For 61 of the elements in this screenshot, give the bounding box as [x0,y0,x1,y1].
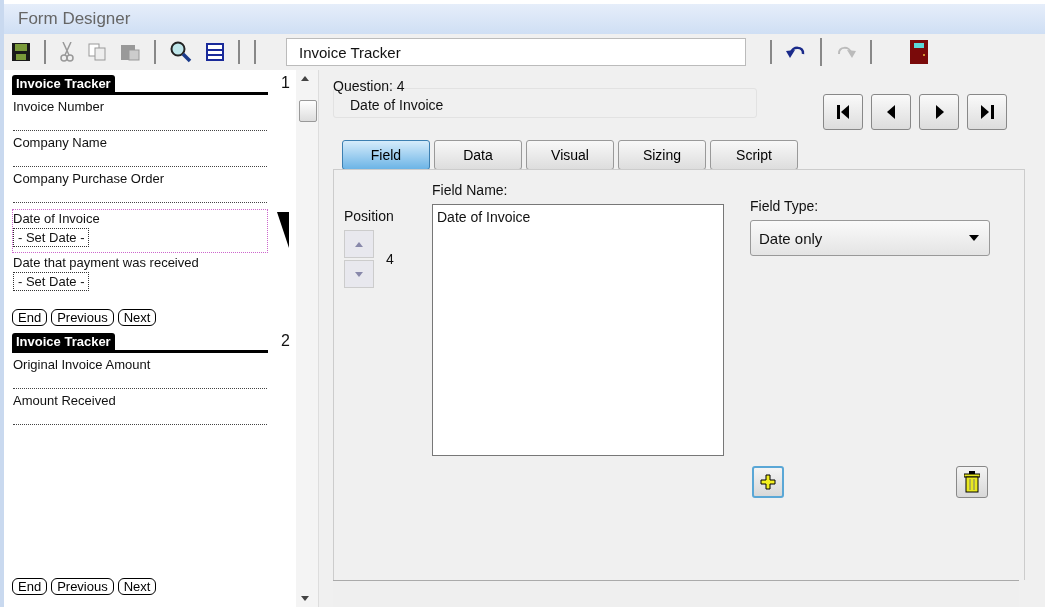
scroll-thumb[interactable] [299,100,317,122]
tab[interactable]: Sizing [618,140,706,170]
field-label: Company Name [13,135,108,150]
form-field[interactable]: Original Invoice Amount [12,355,268,391]
page-title: Invoice Tracker [12,333,115,350]
form-button[interactable]: Previous [51,309,114,326]
set-date-button[interactable]: - Set Date - [13,228,90,247]
field-name-label: Field Name: [432,182,509,198]
form-button[interactable]: Next [117,309,157,326]
selection-marker-icon [277,212,289,248]
scroll-up-icon[interactable] [301,76,309,81]
last-record-button[interactable] [967,94,1007,130]
form-button[interactable]: End [12,309,48,326]
search-icon[interactable] [170,41,192,63]
tab[interactable]: Data [434,140,522,170]
first-record-button[interactable] [823,94,863,130]
field-label: Company Purchase Order [13,171,165,186]
field-label: Amount Received [13,393,117,408]
next-button[interactable] [919,94,959,130]
page-number: 2 [281,332,290,350]
field-name-input[interactable]: Date of Invoice [432,204,724,456]
position-label: Position [344,208,395,224]
delete-button[interactable] [956,466,988,498]
save-icon[interactable] [12,43,30,61]
form-name-field[interactable]: Invoice Tracker [286,38,746,66]
down-arrow-icon [355,271,363,277]
field-label: Original Invoice Amount [13,357,152,372]
first-record-icon [836,105,850,119]
add-button[interactable] [752,466,784,498]
page-number: 1 [281,74,290,92]
last-record-icon [980,105,994,119]
form-field[interactable]: Company Name [12,133,268,169]
field-type-label: Field Type: [750,198,820,214]
field-type-dropdown[interactable]: Date only [750,220,990,256]
list-icon[interactable] [206,43,224,61]
position-value: 4 [386,251,394,267]
tab[interactable]: Field [342,140,430,170]
plus-icon [760,474,776,490]
caret-icon [969,235,979,241]
form-button[interactable]: Previous [51,578,114,595]
form-button[interactable]: Next [117,578,157,595]
field-label: Date of Invoice [13,211,101,226]
window-title: Form Designer [4,0,1045,34]
form-field[interactable]: Company Purchase Order [12,169,268,205]
set-date-button[interactable]: - Set Date - [13,272,90,291]
form-button[interactable]: End [12,578,48,595]
tab[interactable]: Script [710,140,798,170]
form-field[interactable]: Date that payment was received - Set Date - [12,253,268,297]
scrollbar[interactable] [296,70,319,607]
field-label: Date that payment was received [13,255,200,270]
tab[interactable]: Visual [526,140,614,170]
door-icon[interactable] [910,40,928,64]
field-label: Invoice Number [13,99,106,114]
form-field[interactable]: Amount Received [12,391,268,427]
page-title: Invoice Tracker [12,75,115,92]
scroll-down-icon[interactable] [301,596,309,601]
undo-icon[interactable] [786,45,806,59]
up-arrow-icon [355,241,363,247]
previous-button[interactable] [871,94,911,130]
form-field[interactable]: Invoice Number [12,97,268,133]
trash-icon [964,471,980,493]
